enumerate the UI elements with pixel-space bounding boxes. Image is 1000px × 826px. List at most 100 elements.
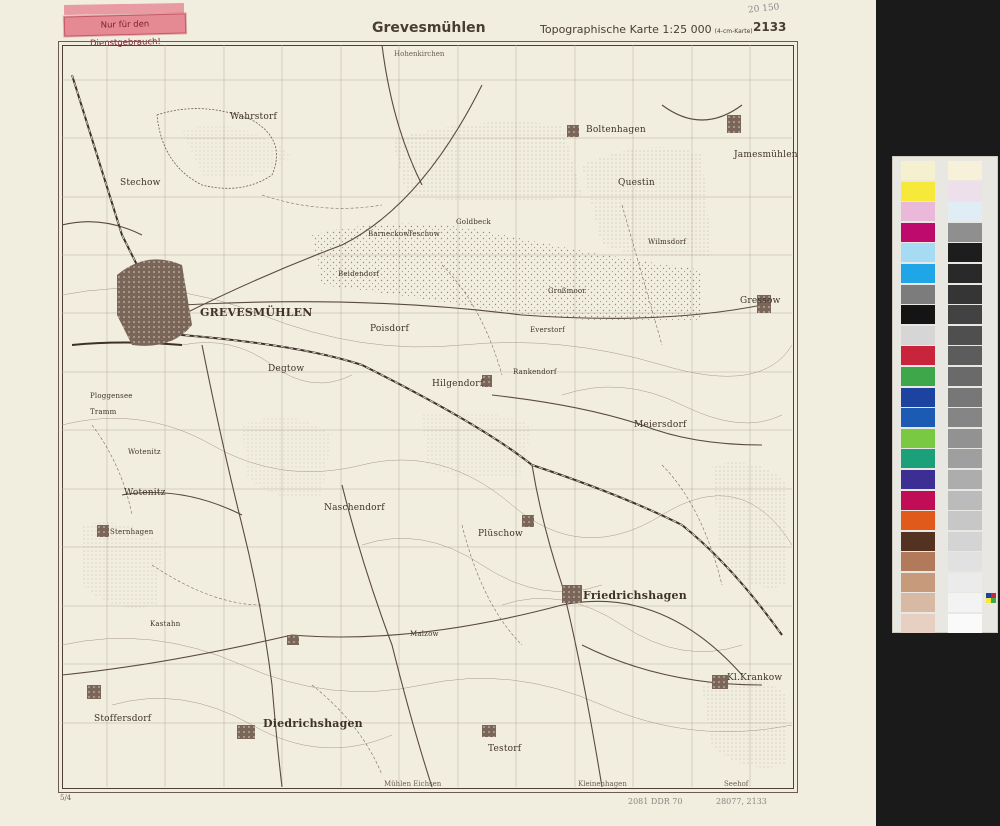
place-poisdorf: Poisdorf xyxy=(370,324,410,334)
color-swatch xyxy=(901,449,935,469)
color-swatch xyxy=(901,325,935,345)
gray-swatch xyxy=(948,161,982,180)
place-everstorf: Everstorf xyxy=(530,326,565,334)
place-wilmsdorf: Wilmsdorf xyxy=(648,238,687,246)
color-swatch xyxy=(901,202,935,222)
gray-swatch xyxy=(948,202,982,222)
place-diedrichshagen: Diedrichshagen xyxy=(263,717,363,730)
color-swatch xyxy=(901,263,935,283)
edge-top-center: Hohenkirchen xyxy=(394,50,445,58)
forest-areas xyxy=(82,122,787,768)
place-grossmoor: Großmoor xyxy=(548,287,586,295)
gray-swatch xyxy=(948,325,982,345)
place-meiersdorf: Meiersdorf xyxy=(634,420,687,430)
place-testorf: Testorf xyxy=(488,744,522,754)
gray-swatch xyxy=(948,449,982,469)
color-swatch xyxy=(901,593,935,613)
color-swatch xyxy=(901,572,935,592)
gray-swatch xyxy=(948,614,982,634)
calibration-color-column xyxy=(901,161,935,635)
color-swatch xyxy=(901,243,935,263)
place-barneckow: Barneckow xyxy=(368,230,410,238)
calibration-logo-icon xyxy=(986,593,996,603)
restriction-stamp: Nur für den Dienstgebrauch! xyxy=(63,13,187,49)
place-friedrichshagen: Friedrichshagen xyxy=(583,589,687,602)
color-swatch xyxy=(901,408,935,428)
gray-swatch xyxy=(948,593,982,613)
map-title: Grevesmühlen xyxy=(372,20,486,36)
place-wotenitz-north: Wotenitz xyxy=(128,448,161,456)
place-naschendorf: Naschendorf xyxy=(324,503,385,513)
color-swatch xyxy=(901,614,935,634)
place-jamesmuehlen: Jamesmühlen xyxy=(734,150,798,160)
edge-bottom-right-2: Seehof xyxy=(724,780,749,788)
place-kastahn: Kastahn xyxy=(150,620,181,628)
color-swatch xyxy=(901,346,935,366)
map-sheet: Nur für den Dienstgebrauch! 20 150 Greve… xyxy=(0,0,876,826)
footer-left: 2081 DDR 70 xyxy=(628,797,683,806)
color-swatch xyxy=(901,305,935,325)
place-stechow: Stechow xyxy=(120,178,161,188)
footer-code: 5/4 xyxy=(60,794,72,802)
place-questin: Questin xyxy=(618,178,655,188)
gray-swatch xyxy=(948,490,982,510)
place-wotenitz: Wotenitz xyxy=(124,488,166,498)
pencil-note: 20 150 xyxy=(747,2,780,16)
footer-right: 28077, 2133 xyxy=(716,797,767,806)
place-rankendorf: Rankendorf xyxy=(513,368,557,376)
place-wahrstorf: Wahrstorf xyxy=(230,112,278,122)
gray-swatch xyxy=(948,284,982,304)
color-swatch xyxy=(901,428,935,448)
sheet-number: 2133 xyxy=(753,20,787,34)
place-plueschow: Plüschow xyxy=(478,529,523,539)
place-ploggensee: Ploggensee xyxy=(90,392,133,400)
gray-swatch xyxy=(948,531,982,551)
scale-note: (4-cm-Karte) xyxy=(714,28,753,35)
color-swatch xyxy=(901,552,935,572)
place-hilgendorf: Hilgendorf xyxy=(432,379,484,389)
edge-bottom-center: Mühlen Eichsen xyxy=(384,780,442,788)
color-swatch xyxy=(901,469,935,489)
gray-swatch xyxy=(948,181,982,201)
gray-swatch xyxy=(948,552,982,572)
place-tramm: Tramm xyxy=(90,408,117,416)
color-swatch xyxy=(901,531,935,551)
place-grevesmuehlen: GREVESMÜHLEN xyxy=(200,306,313,319)
edge-bottom-right-1: Kleinenhagen xyxy=(578,780,627,788)
gray-swatch xyxy=(948,263,982,283)
place-teschow: Teschow xyxy=(408,230,440,238)
gray-swatch xyxy=(948,305,982,325)
place-boltenhagen: Boltenhagen xyxy=(586,125,646,135)
gray-swatch xyxy=(948,222,982,242)
gray-swatch xyxy=(948,408,982,428)
gray-swatch xyxy=(948,469,982,489)
color-calibration-strip xyxy=(892,156,998,635)
place-gressow: Gressow xyxy=(740,296,781,306)
color-swatch xyxy=(901,181,935,201)
gray-swatch xyxy=(948,366,982,386)
place-sternhagen: Sternhagen xyxy=(110,528,154,536)
place-kleinkrankow: Kl.Krankow xyxy=(727,673,783,683)
color-swatch xyxy=(901,490,935,510)
place-beidendorf: Beidendorf xyxy=(338,270,380,278)
color-swatch xyxy=(901,387,935,407)
color-swatch xyxy=(901,366,935,386)
calibration-gray-column xyxy=(948,161,982,635)
place-malzow: Malzow xyxy=(410,630,439,638)
color-swatch xyxy=(901,161,935,180)
gray-swatch xyxy=(948,387,982,407)
contours xyxy=(62,288,792,749)
place-goldbeck: Goldbeck xyxy=(456,218,491,226)
gray-swatch xyxy=(948,428,982,448)
map-scale: Topographische Karte 1:25 000 (4-cm-Karte… xyxy=(540,23,753,36)
gray-swatch xyxy=(948,243,982,263)
color-swatch xyxy=(901,284,935,304)
gray-swatch xyxy=(948,572,982,592)
scale-text: Topographische Karte 1:25 000 xyxy=(540,23,712,36)
gray-swatch xyxy=(948,511,982,531)
color-swatch xyxy=(901,511,935,531)
topographic-map[interactable] xyxy=(62,45,792,787)
place-stoffersdorf: Stoffersdorf xyxy=(94,714,152,724)
place-degtow: Degtow xyxy=(268,364,305,374)
gray-swatch xyxy=(948,346,982,366)
